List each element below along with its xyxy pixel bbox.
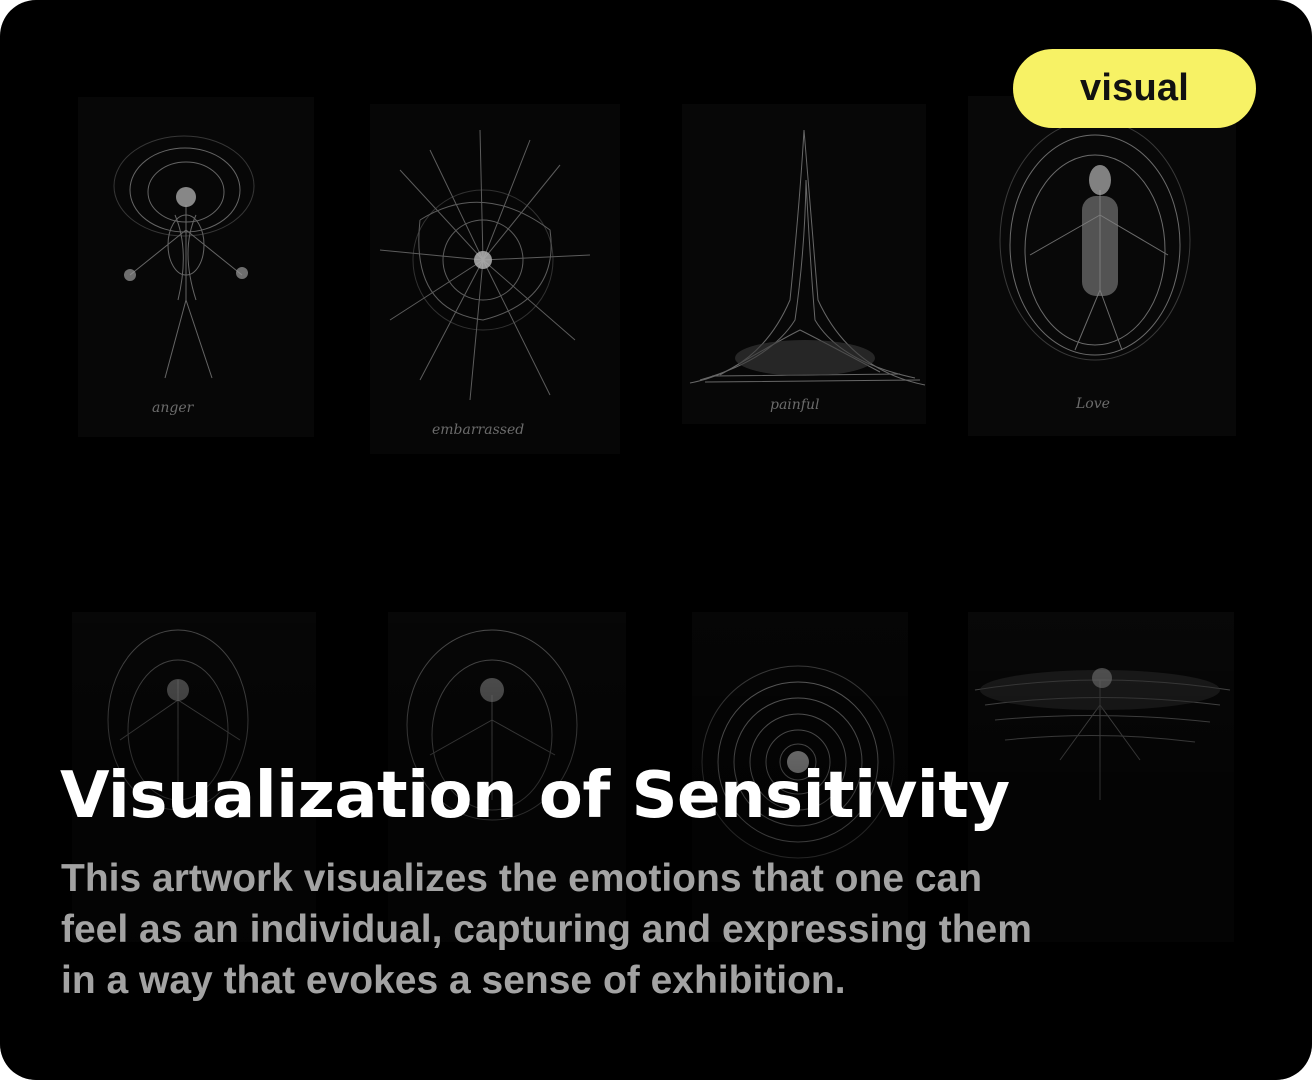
panel-label-embarrassed: embarrassed: [432, 422, 524, 438]
artwork-panel-embarrassed: embarrassed: [370, 104, 620, 454]
artwork-panel-painful: painful: [682, 104, 926, 424]
category-tag[interactable]: visual: [1013, 49, 1256, 128]
description-line: in a way that evokes a sense of exhibiti…: [61, 959, 846, 1002]
artwork-panel-love: Love: [968, 96, 1236, 436]
description-line: feel as an individual, capturing and exp…: [61, 908, 1032, 951]
panel-label-painful: painful: [770, 397, 819, 413]
artwork-panel-anger: anger: [78, 97, 314, 437]
panel-label-anger: anger: [152, 400, 195, 416]
panel-label-love: Love: [1075, 396, 1110, 412]
card-description: This artwork visualizes the emotions tha…: [61, 853, 1151, 1006]
card-title: Visualization of Sensitivity: [60, 759, 1010, 833]
project-card[interactable]: anger embarrassed painful Love visual Vi…: [0, 0, 1312, 1080]
description-line: This artwork visualizes the emotions tha…: [61, 857, 983, 900]
